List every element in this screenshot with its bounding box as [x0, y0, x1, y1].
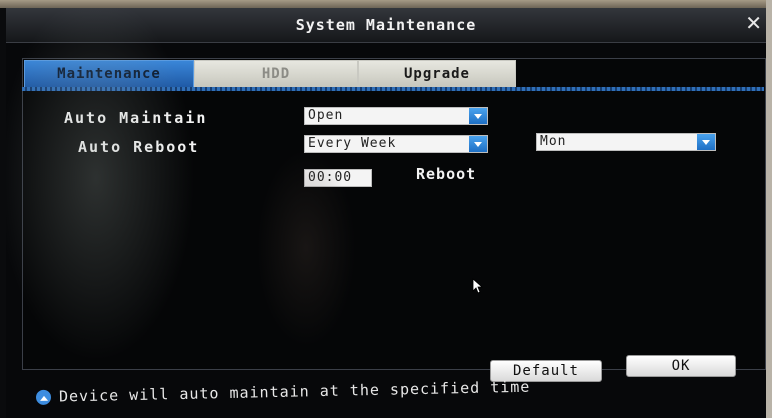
reboot-day-value: Mon — [540, 134, 567, 149]
auto-maintain-select[interactable]: Open — [304, 107, 488, 125]
system-maintenance-window: System Maintenance ✕ Maintenance HDD Upg… — [6, 8, 766, 418]
tab-hdd[interactable]: HDD — [194, 60, 358, 87]
title-bar: System Maintenance ✕ — [6, 8, 766, 43]
close-icon[interactable]: ✕ — [745, 13, 762, 33]
reboot-day-select[interactable]: Mon — [536, 133, 716, 151]
reboot-frequency-select[interactable]: Every Week — [304, 135, 488, 153]
tab-underline — [22, 87, 764, 91]
tab-upgrade[interactable]: Upgrade — [358, 60, 516, 87]
monitor-bezel-top — [0, 0, 772, 8]
ok-button[interactable]: OK — [626, 355, 736, 377]
mouse-cursor-icon — [472, 278, 484, 294]
reboot-frequency-value: Every Week — [308, 136, 397, 151]
window-title: System Maintenance — [295, 16, 477, 34]
status-bar: Device will auto maintain at the specifi… — [35, 377, 531, 406]
status-text: Device will auto maintain at the specifi… — [58, 377, 531, 406]
auto-maintain-value: Open — [308, 108, 344, 123]
chevron-down-icon[interactable] — [469, 136, 487, 152]
auto-maintain-label: Auto Maintain — [64, 109, 208, 127]
reboot-time-input[interactable]: 00:00 — [304, 169, 372, 187]
tab-maintenance[interactable]: Maintenance — [24, 60, 194, 87]
chevron-down-icon[interactable] — [697, 134, 715, 150]
info-icon — [35, 389, 52, 405]
monitor-bezel-right — [766, 0, 772, 418]
reboot-button[interactable]: Reboot — [416, 165, 476, 183]
auto-reboot-label: Auto Reboot — [78, 138, 200, 156]
maintenance-panel — [22, 58, 766, 370]
chevron-down-icon[interactable] — [469, 108, 487, 124]
